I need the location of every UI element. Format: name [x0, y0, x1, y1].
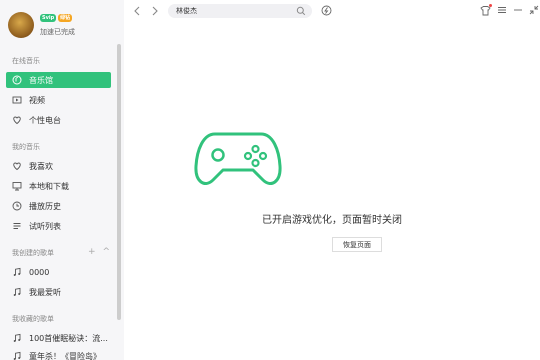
menu-icon — [497, 5, 507, 17]
sidebar-item-trial-list[interactable]: 试听列表 — [6, 218, 111, 234]
mini-mode-button[interactable] — [528, 5, 540, 17]
sidebar-item-label: 100首催眠秘诀：流... — [29, 333, 108, 343]
sidebar-item-label: 试听列表 — [29, 221, 61, 231]
sidebar-item-history[interactable]: 播放历史 — [6, 198, 111, 214]
section-created-playlists: 我创建的歌单 — [12, 249, 54, 257]
forward-button[interactable] — [148, 5, 162, 19]
search-input[interactable] — [176, 7, 288, 15]
menu-button[interactable] — [496, 5, 508, 17]
monitor-icon — [12, 181, 22, 191]
section-my-music: 我的音乐 — [12, 143, 40, 151]
back-icon — [133, 6, 141, 18]
svip-badge[interactable]: Svip — [40, 14, 57, 22]
sidebar-item-label: 0000 — [29, 267, 50, 277]
sidebar-item-playlist-favorite[interactable]: 我最爱听 — [6, 284, 111, 300]
sidebar-item-playlist-0000[interactable]: 0000 — [6, 264, 111, 280]
sidebar-item-collected-2[interactable]: 童年杀！《冒险岛》 — [6, 348, 111, 360]
forward-icon — [151, 6, 159, 18]
music-note-icon — [12, 267, 22, 277]
clock-icon — [12, 201, 22, 211]
search-icon[interactable] — [296, 6, 306, 18]
radio-icon — [12, 115, 22, 125]
collapse-icon[interactable]: ^ — [103, 247, 111, 257]
minimize-button[interactable] — [512, 5, 524, 17]
sidebar-item-video[interactable]: 视频 — [6, 92, 111, 108]
skin-button[interactable] — [479, 4, 492, 17]
recognize-button[interactable] — [320, 5, 332, 17]
avatar[interactable] — [8, 12, 34, 38]
created-playlists-actions: + ^ — [88, 247, 110, 257]
minimize-icon — [513, 5, 523, 17]
vip-badges: Svip 绿钻 — [40, 14, 73, 22]
sidebar-item-label: 我最爱听 — [29, 287, 61, 297]
sidebar-item-label: 视频 — [29, 95, 45, 105]
sidebar-scrollbar[interactable] — [117, 44, 121, 320]
section-online-music: 在线音乐 — [12, 57, 40, 65]
recognize-icon — [321, 5, 332, 18]
music-note-icon — [12, 287, 22, 297]
restore-page-button[interactable]: 恢复页面 — [332, 237, 382, 252]
main-panel — [124, 0, 540, 360]
heart-icon — [12, 161, 22, 171]
add-playlist-button[interactable]: + — [88, 247, 96, 257]
music-hall-icon — [12, 75, 22, 85]
sidebar-item-label: 我喜欢 — [29, 161, 53, 171]
sidebar-item-radio[interactable]: 个性电台 — [6, 112, 111, 128]
sidebar-item-label: 本地和下载 — [29, 181, 69, 191]
search-box[interactable] — [168, 4, 312, 18]
notification-dot — [489, 4, 492, 7]
sidebar-item-collected-1[interactable]: 100首催眠秘诀：流... — [6, 330, 111, 346]
sidebar-item-label: 个性电台 — [29, 115, 61, 125]
list-icon — [12, 221, 22, 231]
user-status: 加速已完成 — [40, 28, 75, 36]
game-mode-message: 已开启游戏优化，页面暂时关闭 — [262, 215, 402, 226]
gamepad-icon — [193, 128, 283, 192]
sidebar: Svip 绿钻 加速已完成 在线音乐 音乐馆 视频 个性电台 我的音乐 我喜欢 … — [0, 0, 124, 360]
green-diamond-badge[interactable]: 绿钻 — [58, 14, 73, 22]
sidebar-item-local-download[interactable]: 本地和下载 — [6, 178, 111, 194]
sidebar-item-favorites[interactable]: 我喜欢 — [6, 158, 111, 174]
sidebar-item-label: 播放历史 — [29, 201, 61, 211]
sidebar-item-label: 童年杀！《冒险岛》 — [29, 351, 101, 360]
sidebar-item-label: 音乐馆 — [29, 75, 53, 85]
mini-mode-icon — [529, 5, 539, 17]
section-collected-playlists: 我收藏的歌单 — [12, 315, 54, 323]
video-icon — [12, 95, 22, 105]
music-note-icon — [12, 351, 22, 360]
back-button[interactable] — [130, 5, 144, 19]
music-note-icon — [12, 333, 22, 343]
sidebar-item-music-hall[interactable]: 音乐馆 — [6, 72, 111, 88]
